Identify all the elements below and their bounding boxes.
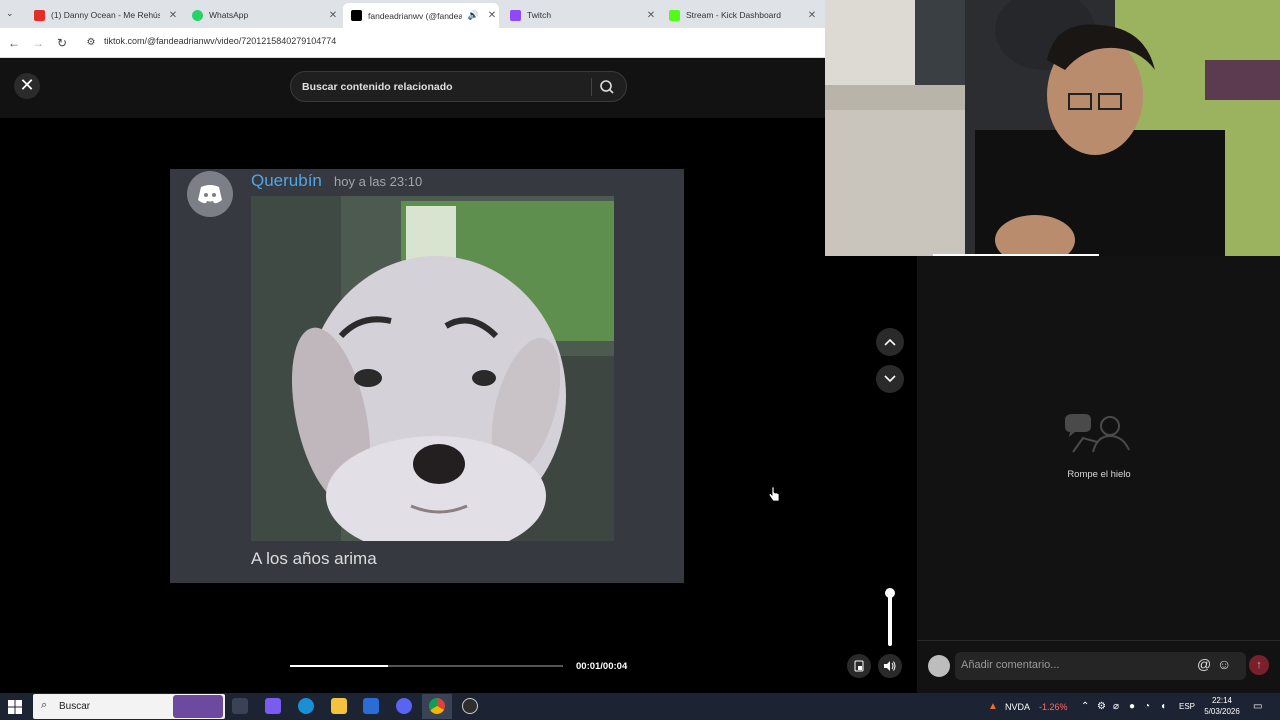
close-tab-icon[interactable]: ✕	[644, 10, 658, 21]
stock-change: -1.26%	[1039, 702, 1068, 712]
clock-date: 5/03/2026	[1204, 707, 1240, 716]
show-hidden-icons-chevron-icon[interactable]: ⌃	[1081, 701, 1089, 712]
tab-kick[interactable]: Stream - Kick Dashboard ✕	[661, 4, 819, 26]
next-video-button[interactable]	[876, 365, 904, 393]
clock-time: 22:14	[1211, 696, 1233, 705]
related-search-box[interactable]: Buscar contenido relacionado	[290, 71, 627, 102]
address-bar: ← → ↻ ⚙ tiktok.com/@fandeadrianwv/video/…	[0, 28, 825, 58]
microphone-icon[interactable]: ●	[1129, 701, 1135, 712]
volume-icon[interactable]: ◖	[1160, 701, 1166, 712]
discord-logo-icon	[198, 185, 222, 204]
chevron-down-icon	[884, 375, 896, 383]
chat-bubbles-icon	[1065, 414, 1130, 453]
progress-bar[interactable]	[290, 665, 563, 667]
taskbar-search[interactable]: ⌕ Buscar	[33, 694, 225, 719]
browser-tab-bar: ⌄ (1) Danny Ocean - Me Rehúso ✕ WhatsApp…	[0, 0, 825, 28]
chrome-taskbar-button[interactable]	[422, 694, 452, 719]
clock[interactable]: 22:14 5/03/2026	[1196, 695, 1248, 717]
pip-icon	[854, 660, 864, 672]
tab-tiktok[interactable]: fandeadrianwv (@fandead 🔊 ✕	[343, 3, 499, 28]
tab-label: Twitch	[527, 10, 552, 20]
volume-knob[interactable]	[885, 588, 895, 598]
close-tab-icon[interactable]: ✕	[326, 10, 340, 21]
edge-icon[interactable]	[298, 698, 314, 714]
mention-icon[interactable]: @	[1197, 656, 1211, 672]
stock-widget-icon[interactable]: ▲	[988, 701, 998, 712]
task-view-icon[interactable]	[232, 698, 248, 714]
webcam-overlay	[825, 0, 1280, 256]
close-tab-icon[interactable]: ✕	[485, 10, 499, 21]
emoji-icon[interactable]: ☺	[1217, 656, 1231, 672]
tab-label: WhatsApp	[209, 10, 249, 20]
taskbar-search-label: Buscar	[59, 701, 91, 712]
search-divider	[591, 78, 592, 96]
site-info-icon[interactable]: ⚙	[82, 34, 100, 52]
close-viewer-button[interactable]: ✕	[14, 73, 40, 99]
discord-avatar	[187, 171, 233, 217]
twitch-icon	[510, 9, 521, 21]
volume-button[interactable]	[878, 654, 902, 678]
previous-video-button[interactable]	[876, 328, 904, 356]
chevron-up-icon	[884, 338, 896, 346]
close-tab-icon[interactable]: ✕	[805, 10, 819, 21]
playback-time: 00:01/00:04	[576, 661, 628, 672]
chrome-icon	[429, 698, 445, 714]
comment-input[interactable]: Añadir comentario... @ ☺	[955, 652, 1246, 680]
search-icon: ⌕	[41, 699, 48, 711]
tab-youtube[interactable]: (1) Danny Ocean - Me Rehúso ✕	[26, 4, 180, 26]
discord-message-text: A los años arima	[251, 549, 377, 568]
progress-fill	[290, 665, 389, 667]
comment-divider	[917, 640, 1280, 641]
tiktok-icon	[351, 10, 362, 21]
dog-photo	[251, 196, 614, 541]
search-highlight-icon	[173, 695, 223, 718]
discord-timestamp: hoy a las 23:10	[334, 174, 423, 189]
url-field[interactable]: tiktok.com/@fandeadrianwv/video/72012158…	[104, 36, 336, 46]
network-off-icon[interactable]: ⌀	[1113, 701, 1119, 712]
speaker-icon[interactable]: 🔊	[468, 10, 479, 21]
input-language[interactable]: ESP	[1179, 702, 1195, 711]
kick-icon	[669, 9, 680, 21]
search-icon[interactable]	[598, 78, 616, 96]
copilot-icon[interactable]	[265, 698, 281, 714]
hand-cursor-icon	[768, 486, 780, 502]
empty-comments-text: Rompe el hielo	[1067, 469, 1131, 480]
reload-icon[interactable]: ↻	[53, 34, 71, 52]
tab-label: fandeadrianwv (@fandead	[368, 10, 462, 21]
speaker-icon	[884, 661, 896, 671]
send-comment-button[interactable]: ↑	[1249, 655, 1269, 675]
tab-twitch[interactable]: Twitch ✕	[502, 4, 658, 26]
user-avatar[interactable]	[928, 655, 950, 677]
discord-username: Querubín	[251, 171, 322, 190]
stock-name[interactable]: NVDA	[1005, 702, 1030, 712]
tab-label: (1) Danny Ocean - Me Rehúso	[51, 10, 160, 20]
comment-placeholder: Añadir comentario...	[961, 659, 1060, 671]
discord-icon[interactable]	[396, 698, 412, 714]
file-explorer-icon[interactable]	[331, 698, 347, 714]
youtube-icon	[34, 9, 45, 21]
tab-label: Stream - Kick Dashboard	[686, 10, 781, 20]
search-placeholder: Buscar contenido relacionado	[302, 81, 453, 93]
whatsapp-icon	[192, 9, 203, 21]
tab-whatsapp[interactable]: WhatsApp ✕	[184, 4, 340, 26]
tray-app-icon[interactable]: ⚙	[1097, 701, 1106, 712]
back-arrow-icon[interactable]: ←	[5, 34, 23, 52]
wifi-icon[interactable]: ◔	[1144, 701, 1150, 712]
close-tab-icon[interactable]: ✕	[166, 10, 180, 21]
notifications-icon[interactable]: ▭	[1253, 701, 1262, 712]
forward-arrow-icon[interactable]: →	[29, 34, 47, 52]
floating-player-button[interactable]	[847, 654, 871, 678]
store-icon[interactable]	[363, 698, 379, 714]
windows-start-icon[interactable]	[6, 699, 24, 715]
volume-slider[interactable]	[888, 590, 892, 646]
obs-icon[interactable]	[462, 698, 478, 714]
tab-list-chevron-icon[interactable]: ⌄	[6, 8, 20, 22]
